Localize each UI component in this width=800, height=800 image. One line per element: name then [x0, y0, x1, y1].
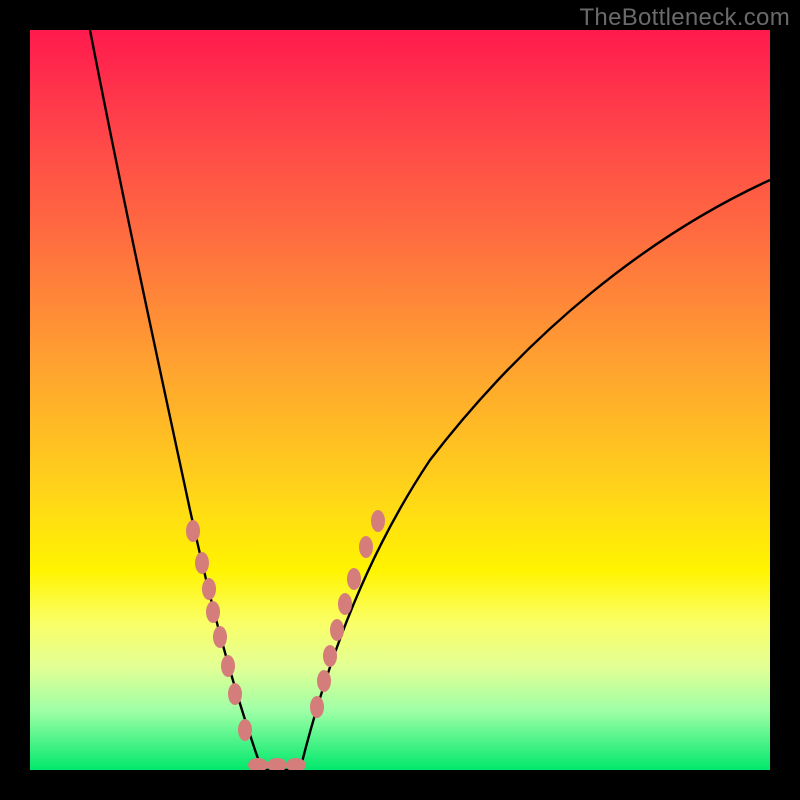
- curve-svg: [30, 30, 770, 770]
- bead-left: [206, 601, 220, 623]
- bead-left: [186, 520, 200, 542]
- bead-left: [221, 655, 235, 677]
- right-curve: [300, 180, 770, 770]
- bead-right: [359, 536, 373, 558]
- bead-right: [317, 670, 331, 692]
- left-curve: [90, 30, 262, 770]
- bead-right: [330, 619, 344, 641]
- bead-right: [338, 593, 352, 615]
- bead-left: [228, 683, 242, 705]
- watermark-text: TheBottleneck.com: [579, 4, 790, 32]
- bead-bottom: [267, 758, 287, 770]
- outer-frame: TheBottleneck.com: [0, 0, 800, 800]
- bead-right: [323, 645, 337, 667]
- bead-left: [195, 552, 209, 574]
- bead-bottom: [248, 758, 268, 770]
- bead-right: [310, 696, 324, 718]
- bead-right: [371, 510, 385, 532]
- bead-left: [202, 578, 216, 600]
- bead-left: [213, 626, 227, 648]
- plot-area: [30, 30, 770, 770]
- bead-left: [238, 719, 252, 741]
- bead-right: [347, 568, 361, 590]
